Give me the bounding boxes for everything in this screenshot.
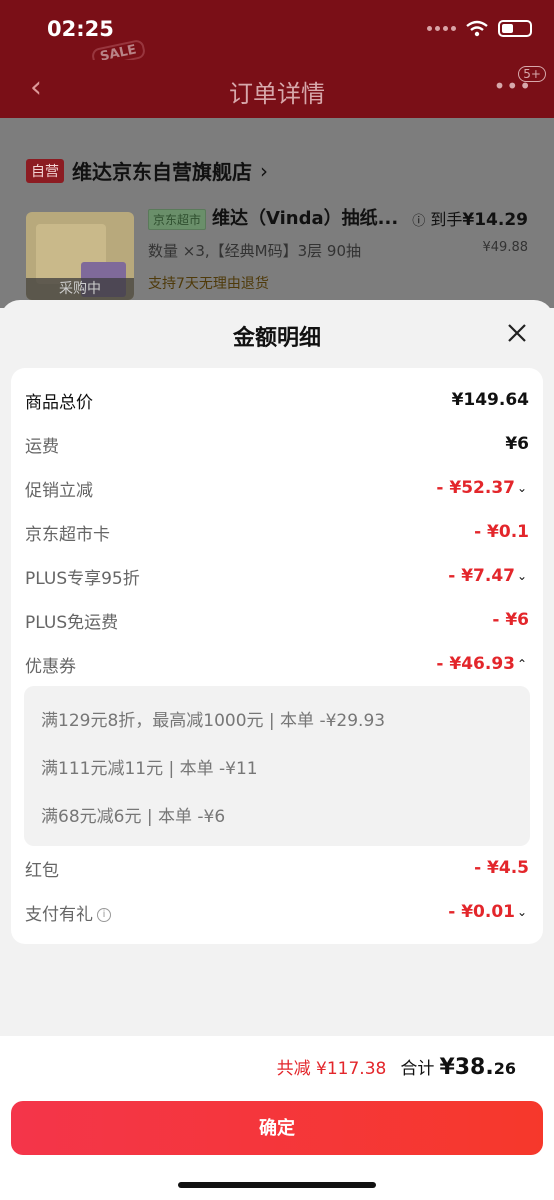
row-label: 红包 (25, 860, 59, 881)
wifi-icon (466, 20, 488, 37)
shop-name: 维达京东自营旗舰店 (72, 160, 252, 184)
row-label: 商品总价 (25, 392, 93, 413)
row-total-goods: 商品总价 ¥149.64 (25, 384, 529, 416)
coupon-detail-item: 满68元减6元 | 本单 -¥6 (41, 807, 226, 827)
info-icon[interactable]: i (97, 907, 111, 922)
close-button[interactable] (502, 320, 532, 350)
row-label: PLUS免运费 (25, 612, 119, 633)
row-label: 促销立减 (25, 480, 93, 501)
row-value: ¥6 (505, 434, 529, 454)
sheet-footer: 共减 ¥117.38 合计 ¥38.26 确定 (0, 1036, 554, 1200)
clock: 02:25 (47, 17, 114, 41)
product-name: 维达（Vinda）抽纸... (212, 208, 399, 229)
total-saved: 共减 ¥117.38 (276, 1059, 387, 1079)
order-background: 自营 维达京东自营旗舰店 › 采购中 京东超市 维达（Vinda）抽纸... ⓘ … (0, 118, 554, 308)
row-value: - ¥52.37 ⌄ (436, 478, 529, 498)
row-label: 支付有礼 i (25, 900, 111, 925)
home-indicator (178, 1182, 376, 1188)
amount-detail-sheet: 金额明细 商品总价 ¥149.64 运费 ¥6 促销立减 - ¥52.37 ⌄ 京… (0, 300, 554, 1200)
original-price: ¥49.88 (482, 240, 529, 255)
confirm-button[interactable]: 确定 (11, 1101, 543, 1155)
status-icons (427, 20, 532, 37)
sheet-title: 金额明细 (232, 326, 321, 351)
total-amount: 合计 ¥38.26 (400, 1055, 516, 1080)
amount-card: 商品总价 ¥149.64 运费 ¥6 促销立减 - ¥52.37 ⌄ 京东超市卡 … (11, 368, 543, 944)
row-value: - ¥6 (492, 610, 529, 630)
chevron-up-icon[interactable]: ⌃ (517, 657, 529, 671)
row-value: - ¥7.47 ⌄ (448, 566, 529, 586)
self-operated-badge: 自营 (26, 158, 64, 183)
jd-supermarket-tag: 京东超市 (148, 209, 207, 230)
battery-icon (498, 20, 532, 37)
row-plus-shipping: PLUS免运费 - ¥6 (25, 604, 529, 636)
close-icon[interactable] (507, 323, 527, 343)
row-value: ¥149.64 (451, 390, 529, 410)
more-badge: 5+ (518, 66, 546, 82)
row-label: 运费 (25, 436, 59, 457)
row-value: - ¥46.93 ⌃ (436, 654, 529, 674)
product-info: 京东超市 维达（Vinda）抽纸... ⓘ 到手¥14.29 ¥49.88 数量 … (148, 204, 528, 293)
row-shipping: 运费 ¥6 (25, 428, 529, 460)
row-label: 优惠券 (25, 656, 76, 677)
row-plus-discount[interactable]: PLUS专享95折 - ¥7.47 ⌄ (25, 560, 529, 592)
row-red-packet: 红包 - ¥4.5 (25, 852, 529, 884)
row-value: - ¥0.1 (474, 522, 529, 542)
coupon-detail-item: 满111元减11元 | 本单 -¥11 (41, 759, 258, 779)
signal-icon (427, 26, 456, 31)
shop-row: 自营 维达京东自营旗舰店 › (26, 156, 268, 185)
row-pay-gift[interactable]: 支付有礼 i - ¥0.01 ⌄ (25, 896, 529, 928)
arrive-price: ⓘ 到手¥14.29 (412, 210, 528, 230)
price-summary: 共减 ¥117.38 合计 ¥38.26 (277, 1054, 516, 1080)
row-value: - ¥4.5 (474, 858, 529, 878)
status-bar: 02:25 SALE (0, 0, 554, 69)
product-image: 采购中 (26, 212, 134, 300)
chevron-down-icon[interactable]: ⌄ (517, 481, 529, 495)
nav-bar: ‹ 订单详情 ••• 5+ (0, 60, 554, 118)
coupon-detail-item: 满129元8折，最高减1000元 | 本单 -¥29.93 (41, 711, 386, 731)
row-jd-card: 京东超市卡 - ¥0.1 (25, 516, 529, 548)
coupon-details: 满129元8折，最高减1000元 | 本单 -¥29.93 满111元减11元 … (24, 686, 530, 846)
row-label: 京东超市卡 (25, 524, 110, 545)
chevron-down-icon[interactable]: ⌄ (517, 569, 529, 583)
row-promo[interactable]: 促销立减 - ¥52.37 ⌄ (25, 472, 529, 504)
return-policy: 支持7天无理由退货 (148, 276, 269, 292)
info-icon: ⓘ (412, 214, 426, 229)
chevron-right-icon: › (260, 158, 268, 183)
page-title: 订单详情 (229, 80, 325, 108)
product-spec: 数量 ×3,【经典M码】3层 90抽 (148, 242, 361, 260)
row-value: - ¥0.01 ⌄ (448, 902, 529, 922)
chevron-down-icon[interactable]: ⌄ (517, 905, 529, 919)
row-label: PLUS专享95折 (25, 568, 140, 589)
buying-label: 采购中 (26, 278, 134, 300)
row-coupon[interactable]: 优惠券 - ¥46.93 ⌃ (25, 648, 529, 680)
